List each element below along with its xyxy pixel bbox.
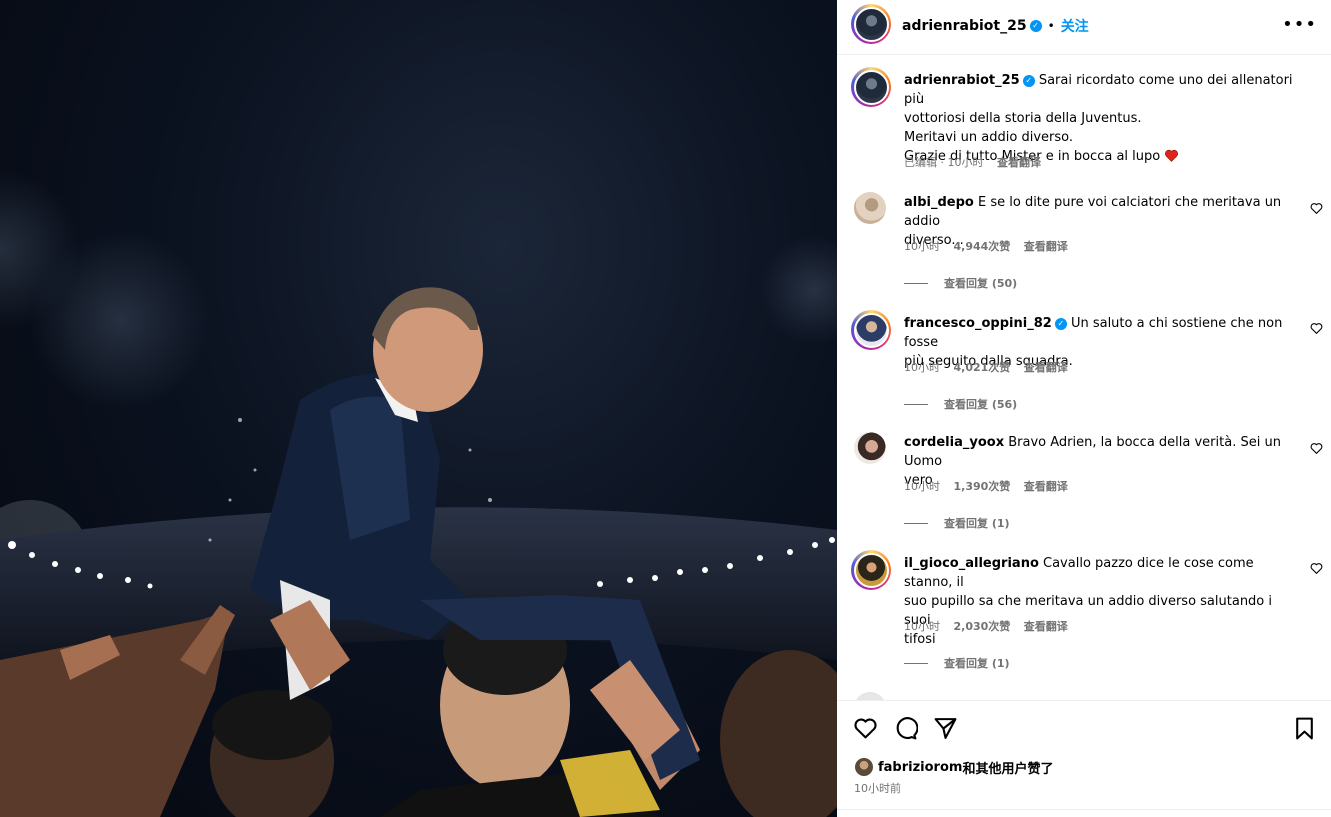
comments-list[interactable]: adrienrabiot_25 ✓ Sarai ricordato come un… <box>837 56 1331 700</box>
post-detail-panel: adrienrabiot_25 ✓ • 关注 ••• adrienrabiot_… <box>837 0 1331 817</box>
commenter-avatar[interactable] <box>851 550 891 590</box>
comment-translate-link[interactable]: 查看翻译 <box>1024 361 1068 374</box>
comment-translate-link[interactable]: 查看翻译 <box>1024 480 1068 493</box>
comment-likes-count[interactable]: 2,030次赞 <box>954 620 1011 633</box>
comment-meta: 10小时 2,030次赞 查看翻译 <box>904 618 1078 634</box>
view-replies-button[interactable]: 查看回复 (1) <box>904 515 1010 531</box>
liked-by-suffix[interactable]: 和其他用户赞了 <box>962 758 1053 777</box>
bookmark-icon[interactable] <box>1292 716 1317 741</box>
author-username[interactable]: adrienrabiot_25 <box>902 18 1027 34</box>
comment-time: 10小时 <box>904 480 940 493</box>
view-replies-label[interactable]: 查看回复 (50) <box>944 275 1017 291</box>
commenter-username[interactable]: francesco_oppini_82 <box>904 316 1052 331</box>
commenter-username[interactable]: albi_depo <box>904 195 974 210</box>
heart-icon[interactable] <box>853 716 878 741</box>
comment-time: 10小时 <box>904 620 940 633</box>
comment-icon[interactable] <box>893 716 918 741</box>
commenter-avatar[interactable] <box>854 192 886 224</box>
caption-edited-time: 已编辑 · 10小时 <box>904 156 984 169</box>
comment-meta: 10小时 4,944次赞 查看翻译 <box>904 238 1078 254</box>
comment-like-heart-icon[interactable] <box>1310 322 1323 335</box>
comment-time: 10小时 <box>904 361 940 374</box>
verified-badge-icon: ✓ <box>1022 75 1035 87</box>
post-header: adrienrabiot_25 ✓ • 关注 ••• <box>837 0 1331 55</box>
commenter-avatar[interactable] <box>854 432 886 464</box>
share-icon[interactable] <box>933 716 958 741</box>
comment-text: il_gioco_allegriano Cavallo pazzo dice l… <box>904 554 1294 649</box>
comment-meta: 10小时 1,390次赞 查看翻译 <box>904 478 1078 494</box>
more-options-icon[interactable]: ••• <box>1282 14 1317 35</box>
author-avatar[interactable] <box>851 4 891 44</box>
liked-by-summary[interactable]: fabriziorom 和其他用户赞了 <box>854 757 1053 777</box>
post-time: 10小时前 <box>854 782 901 795</box>
comment-like-heart-icon[interactable] <box>1310 202 1323 215</box>
view-replies-label[interactable]: 查看回复 (1) <box>944 515 1010 531</box>
liker-avatar <box>854 757 874 777</box>
caption-translate-link[interactable]: 查看翻译 <box>997 156 1041 169</box>
red-heart-emoji-icon <box>1165 149 1179 162</box>
caption-text: adrienrabiot_25 ✓ Sarai ricordato come un… <box>904 71 1294 166</box>
caption-author-username[interactable]: adrienrabiot_25 <box>904 73 1020 88</box>
caption-line-2: vottoriosi della storia della Juventus. <box>904 111 1142 126</box>
commenter-username[interactable]: cordelia_yoox <box>904 435 1004 450</box>
comment-meta: 10小时 4,021次赞 查看翻译 <box>904 359 1078 375</box>
view-replies-button[interactable]: 查看回复 (50) <box>904 275 1017 291</box>
comment-translate-link[interactable]: 查看翻译 <box>1024 620 1068 633</box>
verified-badge-icon: ✓ <box>1054 318 1067 330</box>
comment-translate-link[interactable]: 查看翻译 <box>1024 240 1068 253</box>
follow-button[interactable]: 关注 <box>1061 16 1089 36</box>
comment-time: 10小时 <box>904 240 940 253</box>
view-replies-label[interactable]: 查看回复 (1) <box>944 655 1010 671</box>
photo-illustration <box>0 170 837 817</box>
commenter-avatar-partial[interactable] <box>854 692 886 700</box>
commenter-avatar[interactable] <box>851 310 891 350</box>
view-replies-button[interactable]: 查看回复 (1) <box>904 655 1010 671</box>
view-replies-label[interactable]: 查看回复 (56) <box>944 396 1017 412</box>
separator-dot: • <box>1047 19 1055 33</box>
verified-badge-icon: ✓ <box>1029 20 1042 32</box>
commenter-username[interactable]: il_gioco_allegriano <box>904 556 1039 571</box>
post-actions: fabriziorom 和其他用户赞了 10小时前 <box>837 700 1331 817</box>
caption-meta: 已编辑 · 10小时 查看翻译 <box>904 154 1051 170</box>
comment-line: tifosi <box>904 632 936 647</box>
comment-like-heart-icon[interactable] <box>1310 562 1323 575</box>
caption-author-avatar[interactable] <box>851 67 891 107</box>
comment-likes-count[interactable]: 1,390次赞 <box>954 480 1011 493</box>
comment-likes-count[interactable]: 4,944次赞 <box>954 240 1011 253</box>
caption-line-3: Meritavi un addio diverso. <box>904 130 1073 145</box>
divider <box>837 809 1331 810</box>
comment-like-heart-icon[interactable] <box>1310 442 1323 455</box>
comment-likes-count[interactable]: 4,021次赞 <box>954 361 1011 374</box>
post-photo <box>0 0 837 817</box>
liked-by-username[interactable]: fabriziorom <box>878 760 962 775</box>
view-replies-button[interactable]: 查看回复 (56) <box>904 396 1017 412</box>
